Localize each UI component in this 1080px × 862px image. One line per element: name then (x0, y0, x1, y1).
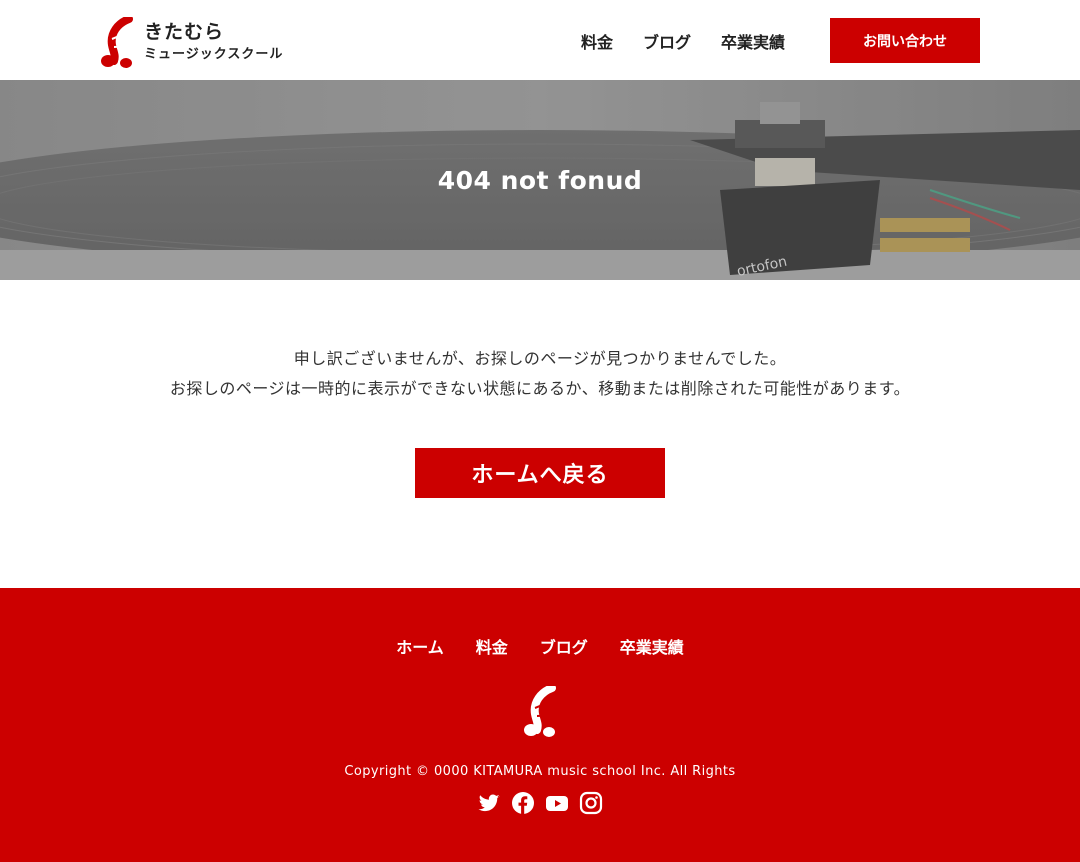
youtube-icon[interactable] (545, 791, 569, 815)
message-line-1: 申し訳ございませんが、お探しのページが見つかりませんでした。 (293, 349, 787, 368)
message-line-2: お探しのページは一時的に表示ができない状態にあるか、移動または削除された可能性が… (169, 379, 911, 398)
main-nav: 料金 ブログ 卒業実績 (566, 18, 800, 63)
site-footer: ホーム 料金 ブログ 卒業実績 Copyright © 0000 KITAMUR… (0, 588, 1080, 862)
social-links (0, 791, 1080, 815)
not-found-message: 申し訳ございませんが、お探しのページが見つかりませんでした。 お探しのページは一… (0, 344, 1080, 404)
instagram-icon[interactable] (579, 791, 603, 815)
footer-nav-home[interactable]: ホーム (396, 634, 444, 658)
logo-name: きたむら (144, 21, 225, 43)
logo-subtitle: ミュージックスクール (144, 47, 284, 62)
nav-item-blog[interactable]: ブログ (643, 29, 691, 53)
footer-logo-icon[interactable] (523, 686, 557, 738)
nav-item-graduates[interactable]: 卒業実績 (721, 29, 785, 53)
twitter-icon[interactable] (477, 791, 501, 815)
hero-banner: ortofon 404 not fonud (0, 80, 1080, 280)
footer-nav-blog[interactable]: ブログ (540, 634, 588, 658)
site-header: きたむら ミュージックスクール 料金 ブログ 卒業実績 お問い合わせ (0, 0, 1080, 80)
page-title: 404 not fonud (437, 165, 643, 195)
footer-nav-graduates[interactable]: 卒業実績 (620, 634, 684, 658)
back-to-home-button[interactable]: ホームへ戻る (415, 448, 665, 498)
copyright-text: Copyright © 0000 KITAMURA music school I… (344, 764, 736, 779)
facebook-icon[interactable] (511, 791, 535, 815)
nav-item-pricing[interactable]: 料金 (581, 29, 613, 53)
music-note-logo-icon (101, 17, 133, 68)
footer-nav: ホーム 料金 ブログ 卒業実績 (0, 634, 1080, 658)
contact-button[interactable]: お問い合わせ (830, 18, 980, 63)
site-logo[interactable]: きたむら ミュージックスクール (100, 17, 300, 69)
footer-nav-pricing[interactable]: 料金 (476, 634, 508, 658)
